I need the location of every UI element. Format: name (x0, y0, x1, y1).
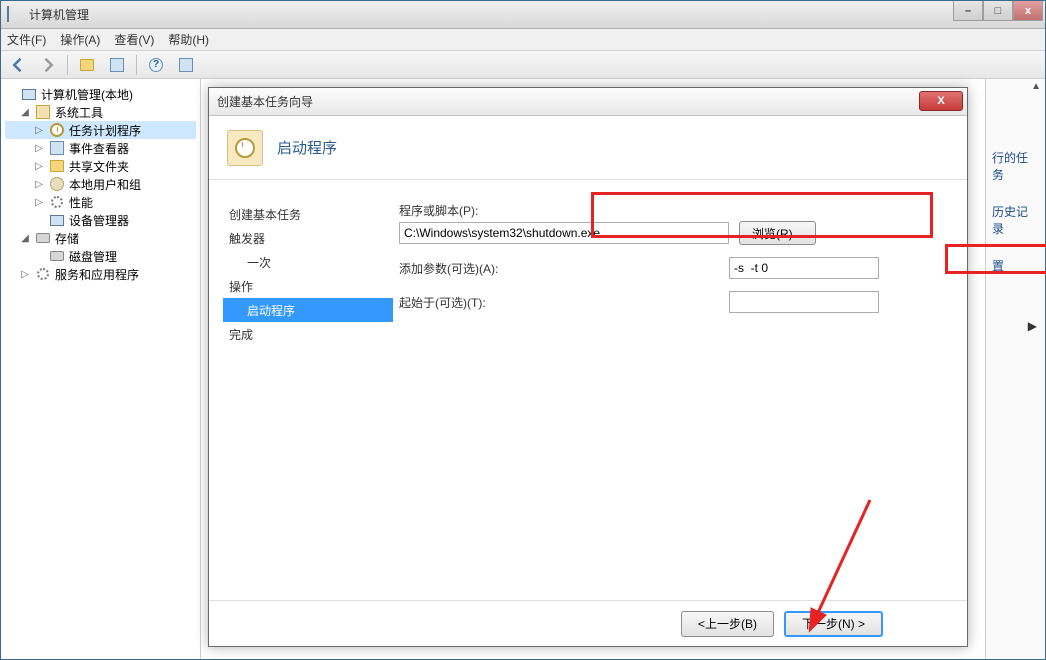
browse-button[interactable]: 浏览(R)... (739, 221, 816, 245)
wizard-titlebar[interactable]: 创建基本任务向导 X (209, 88, 967, 116)
menu-action[interactable]: 操作(A) (60, 31, 100, 48)
wizard-title: 创建基本任务向导 (217, 93, 313, 110)
wizard-header: 启动程序 (209, 116, 967, 180)
expand-arrow-icon[interactable]: ▶ (1028, 319, 1037, 333)
wizard-form: 程序或脚本(P): 浏览(R)... 添加参数(可选)(A): 起始于(可选)(… (389, 180, 967, 600)
toolbar-icon-3[interactable] (175, 54, 197, 76)
main-titlebar[interactable]: 计算机管理 – □ x (1, 1, 1045, 29)
nav-step-once[interactable]: 一次 (223, 250, 389, 274)
nav-tree[interactable]: 计算机管理(本地) ◢系统工具 ▷任务计划程序 ▷事件查看器 ▷共享文件夹 ▷本… (1, 79, 201, 659)
startin-label: 起始于(可选)(T): (399, 294, 719, 311)
tree-root[interactable]: 计算机管理(本地) (5, 85, 196, 103)
tree-system-tools[interactable]: ◢系统工具 (5, 103, 196, 121)
nav-step-trigger[interactable]: 触发器 (223, 226, 389, 250)
menu-help[interactable]: 帮助(H) (168, 31, 209, 48)
tree-local-users[interactable]: ▷本地用户和组 (5, 175, 196, 193)
tree-shared-folders[interactable]: ▷共享文件夹 (5, 157, 196, 175)
action-item[interactable]: 置 (992, 257, 1039, 274)
startin-input[interactable] (729, 291, 879, 313)
toolbar-help-icon[interactable]: ? (145, 54, 167, 76)
tree-disk-mgmt[interactable]: 磁盘管理 (5, 247, 196, 265)
tree-storage[interactable]: ◢存储 (5, 229, 196, 247)
nav-back-button[interactable] (7, 54, 29, 76)
create-basic-task-wizard: 创建基本任务向导 X 启动程序 创建基本任务 触发器 一次 操作 启动程序 完成… (208, 87, 968, 647)
actions-pane: ▲ 行的任务 历史记录 置 ▶ (985, 79, 1045, 659)
minimize-button[interactable]: – (953, 1, 983, 21)
next-button[interactable]: 下一步(N) > (784, 611, 883, 637)
wizard-nav: 创建基本任务 触发器 一次 操作 启动程序 完成 (209, 180, 389, 600)
toolbar-separator (67, 55, 68, 75)
nav-step-finish[interactable]: 完成 (223, 322, 389, 346)
arguments-input[interactable] (729, 257, 879, 279)
menubar: 文件(F) 操作(A) 查看(V) 帮助(H) (1, 29, 1045, 51)
maximize-button[interactable]: □ (983, 1, 1013, 21)
toolbar: ? (1, 51, 1045, 79)
close-button[interactable]: x (1013, 1, 1043, 21)
nav-step-action[interactable]: 操作 (223, 274, 389, 298)
nav-step-start-program[interactable]: 启动程序 (223, 298, 393, 322)
action-item[interactable]: 行的任务 (992, 149, 1039, 183)
wizard-footer: <上一步(B) 下一步(N) > (209, 600, 967, 646)
wizard-header-icon (227, 130, 263, 166)
nav-step-create[interactable]: 创建基本任务 (223, 202, 389, 226)
tree-task-scheduler[interactable]: ▷任务计划程序 (5, 121, 196, 139)
menu-file[interactable]: 文件(F) (7, 31, 46, 48)
wizard-close-button[interactable]: X (919, 91, 963, 111)
tree-performance[interactable]: ▷性能 (5, 193, 196, 211)
toolbar-separator (136, 55, 137, 75)
action-item[interactable]: 历史记录 (992, 203, 1039, 237)
main-title: 计算机管理 (29, 6, 1039, 23)
back-button[interactable]: <上一步(B) (681, 611, 774, 637)
tree-services-apps[interactable]: ▷服务和应用程序 (5, 265, 196, 283)
tree-event-viewer[interactable]: ▷事件查看器 (5, 139, 196, 157)
toolbar-icon-1[interactable] (76, 54, 98, 76)
menu-view[interactable]: 查看(V) (114, 31, 154, 48)
app-icon (7, 7, 23, 23)
program-input[interactable] (399, 222, 729, 244)
program-label: 程序或脚本(P): (399, 202, 478, 219)
scroll-up-icon[interactable]: ▲ (1031, 81, 1041, 92)
toolbar-icon-2[interactable] (106, 54, 128, 76)
wizard-body: 创建基本任务 触发器 一次 操作 启动程序 完成 程序或脚本(P): 浏览(R)… (209, 180, 967, 600)
tree-device-manager[interactable]: 设备管理器 (5, 211, 196, 229)
wizard-header-title: 启动程序 (277, 137, 337, 158)
args-label: 添加参数(可选)(A): (399, 260, 719, 277)
nav-forward-button[interactable] (37, 54, 59, 76)
